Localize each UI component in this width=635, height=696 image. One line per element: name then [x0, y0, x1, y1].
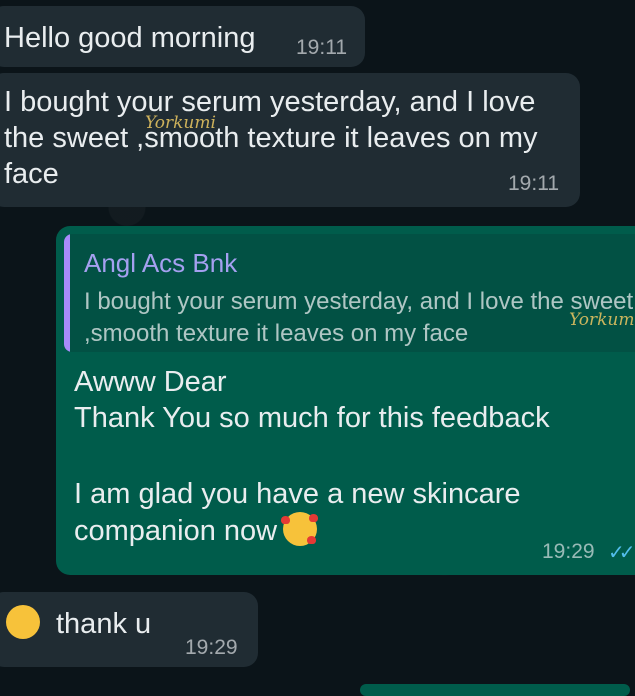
- message-text: I bought your serum yesterday, and I lov…: [4, 86, 538, 190]
- message-time: 19:11: [296, 36, 347, 59]
- message-time: 19:29: [542, 540, 595, 563]
- quote-sender: Angl Acs Bnk: [84, 248, 238, 278]
- message-text: Hello good morning: [4, 22, 256, 54]
- message-time: 19:29: [185, 636, 238, 659]
- watermark-logo: Yorkumi: [569, 310, 635, 330]
- message-line-blank: [74, 436, 634, 476]
- message-bubble-outgoing[interactable]: Angl Acs Bnk I bought your serum yesterd…: [56, 226, 635, 575]
- message-bubble-incoming[interactable]: thank u 19:29: [0, 592, 258, 667]
- message-bubble-incoming[interactable]: Hello good morning 19:11: [0, 6, 365, 67]
- read-ticks-icon: ✓✓: [608, 542, 635, 564]
- heart-eyes-icon: [6, 605, 40, 639]
- smiling-face-with-hearts-icon: [281, 512, 319, 546]
- quote-bar: [64, 234, 70, 352]
- message-time: 19:11: [508, 172, 559, 195]
- message-line: Thank You so much for this feedback: [74, 402, 550, 434]
- quote-text: I bought your serum yesterday, and I lov…: [84, 288, 634, 347]
- message-text: Awww Dear Thank You so much for this fee…: [74, 364, 634, 549]
- message-text: thank u: [56, 608, 152, 640]
- message-bubble-incoming[interactable]: I bought your serum yesterday, and I lov…: [0, 73, 580, 207]
- message-line: Awww Dear: [74, 366, 227, 398]
- message-line: I am glad you have a new skincare compan…: [74, 478, 521, 547]
- quoted-message[interactable]: Angl Acs Bnk I bought your serum yesterd…: [64, 234, 635, 352]
- watermark-logo: Yorkumi: [145, 113, 216, 133]
- message-bubble-outgoing-partial[interactable]: [360, 684, 630, 696]
